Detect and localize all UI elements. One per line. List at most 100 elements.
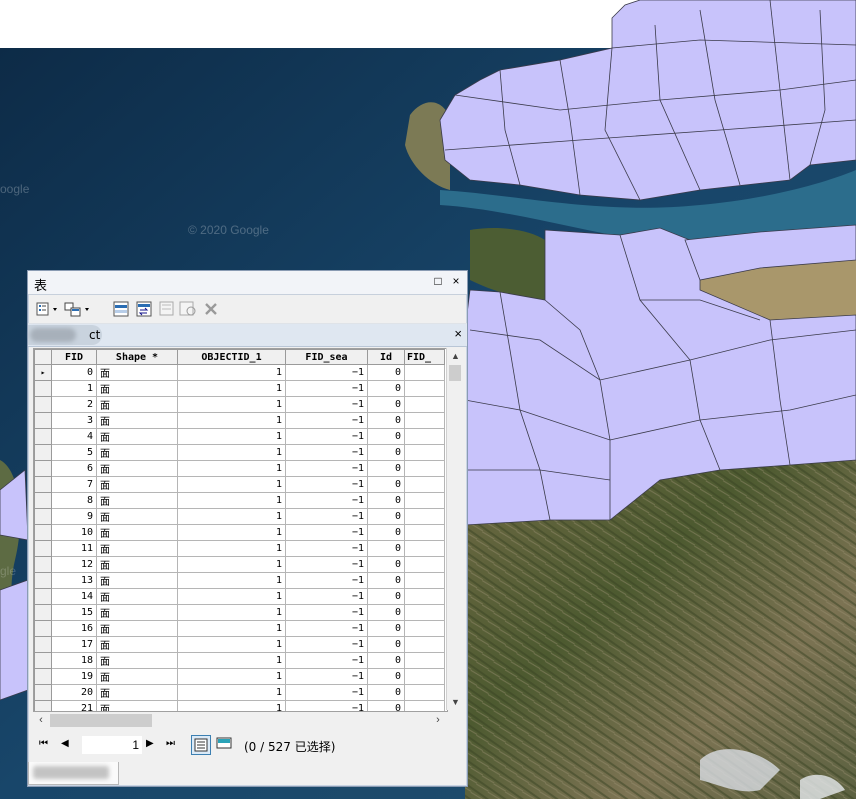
cell-fid[interactable]: 0: [51, 364, 97, 381]
cell-fid-overflow[interactable]: [404, 588, 445, 605]
cell-objectid[interactable]: 1: [177, 428, 286, 445]
cell-fid[interactable]: 20: [51, 684, 97, 701]
cell-id[interactable]: 0: [367, 604, 405, 621]
table-row[interactable]: 3 面 1 −1 0: [34, 412, 445, 429]
cell-fid[interactable]: 14: [51, 588, 97, 605]
cell-fid-overflow[interactable]: [404, 396, 445, 413]
cell-fid-overflow[interactable]: [404, 428, 445, 445]
show-all-records-button[interactable]: [191, 735, 211, 755]
cell-fid[interactable]: 21: [51, 700, 97, 711]
table-row[interactable]: 6 面 1 −1 0: [34, 460, 445, 477]
cell-fid[interactable]: 2: [51, 396, 97, 413]
cell-objectid[interactable]: 1: [177, 684, 286, 701]
cell-shape[interactable]: 面: [96, 508, 178, 525]
table-row[interactable]: 5 面 1 −1 0: [34, 444, 445, 461]
pin-window-button[interactable]: □: [431, 274, 445, 288]
cell-fid-sea[interactable]: −1: [285, 444, 368, 461]
first-record-button[interactable]: ⏮: [39, 738, 48, 749]
table-row[interactable]: 18 面 1 −1 0: [34, 652, 445, 669]
cell-shape[interactable]: 面: [96, 700, 178, 711]
cell-fid[interactable]: 16: [51, 620, 97, 637]
cell-fid[interactable]: 13: [51, 572, 97, 589]
cell-fid-sea[interactable]: −1: [285, 380, 368, 397]
cell-objectid[interactable]: 1: [177, 620, 286, 637]
cell-fid[interactable]: 1: [51, 380, 97, 397]
cell-objectid[interactable]: 1: [177, 604, 286, 621]
previous-record-button[interactable]: ◀: [61, 738, 69, 749]
row-selector[interactable]: [34, 380, 52, 397]
cell-fid-sea[interactable]: −1: [285, 524, 368, 541]
row-selector[interactable]: [34, 572, 52, 589]
cell-objectid[interactable]: 1: [177, 492, 286, 509]
cell-shape[interactable]: 面: [96, 428, 178, 445]
cell-fid-overflow[interactable]: [404, 668, 445, 685]
cell-fid-overflow[interactable]: [404, 700, 445, 711]
table-row[interactable]: 10 面 1 −1 0: [34, 524, 445, 541]
row-selector[interactable]: [34, 652, 52, 669]
row-selector[interactable]: [34, 540, 52, 557]
cell-id[interactable]: 0: [367, 380, 405, 397]
cell-objectid[interactable]: 1: [177, 652, 286, 669]
cell-id[interactable]: 0: [367, 620, 405, 637]
table-tab[interactable]: ct: [28, 325, 102, 345]
cell-id[interactable]: 0: [367, 588, 405, 605]
cell-objectid[interactable]: 1: [177, 540, 286, 557]
cell-id[interactable]: 0: [367, 700, 405, 711]
cell-shape[interactable]: 面: [96, 556, 178, 573]
cell-fid-sea[interactable]: −1: [285, 620, 368, 637]
cell-shape[interactable]: 面: [96, 460, 178, 477]
scroll-right-icon[interactable]: ›: [430, 712, 446, 729]
delete-selected-icon[interactable]: [203, 301, 219, 317]
cell-shape[interactable]: 面: [96, 492, 178, 509]
column-header[interactable]: FID_: [404, 349, 445, 365]
table-row[interactable]: 19 面 1 −1 0: [34, 668, 445, 685]
cell-shape[interactable]: 面: [96, 668, 178, 685]
column-header[interactable]: OBJECTID_1: [177, 349, 286, 365]
table-row[interactable]: 14 面 1 −1 0: [34, 588, 445, 605]
cell-fid-sea[interactable]: −1: [285, 396, 368, 413]
cell-fid-sea[interactable]: −1: [285, 556, 368, 573]
cell-fid-overflow[interactable]: [404, 572, 445, 589]
show-selected-records-button[interactable]: [215, 735, 233, 753]
cell-shape[interactable]: 面: [96, 636, 178, 653]
cell-fid[interactable]: 6: [51, 460, 97, 477]
cell-objectid[interactable]: 1: [177, 524, 286, 541]
cell-shape[interactable]: 面: [96, 380, 178, 397]
cell-fid[interactable]: 18: [51, 652, 97, 669]
table-row[interactable]: 7 面 1 −1 0: [34, 476, 445, 493]
table-row[interactable]: 16 面 1 −1 0: [34, 620, 445, 637]
cell-fid[interactable]: 8: [51, 492, 97, 509]
scroll-up-icon[interactable]: ▲: [447, 348, 464, 364]
column-header[interactable]: FID_sea: [285, 349, 368, 365]
cell-objectid[interactable]: 1: [177, 636, 286, 653]
row-selector[interactable]: ▸: [34, 364, 52, 381]
scroll-left-icon[interactable]: ‹: [33, 712, 49, 729]
row-selector[interactable]: [34, 604, 52, 621]
close-window-button[interactable]: ×: [449, 274, 463, 288]
cell-fid-sea[interactable]: −1: [285, 652, 368, 669]
cell-shape[interactable]: 面: [96, 540, 178, 557]
cell-fid-sea[interactable]: −1: [285, 604, 368, 621]
horizontal-scroll-thumb[interactable]: [50, 714, 152, 727]
select-by-attributes-icon[interactable]: [113, 301, 129, 317]
cell-objectid[interactable]: 1: [177, 364, 286, 381]
cell-fid-sea[interactable]: −1: [285, 636, 368, 653]
table-row[interactable]: 8 面 1 −1 0: [34, 492, 445, 509]
cell-objectid[interactable]: 1: [177, 460, 286, 477]
row-selector[interactable]: [34, 428, 52, 445]
table-row[interactable]: 9 面 1 −1 0: [34, 508, 445, 525]
cell-fid-overflow[interactable]: [404, 412, 445, 429]
cell-fid[interactable]: 7: [51, 476, 97, 493]
cell-id[interactable]: 0: [367, 636, 405, 653]
row-selector[interactable]: [34, 492, 52, 509]
row-selector[interactable]: [34, 396, 52, 413]
cell-objectid[interactable]: 1: [177, 508, 286, 525]
cell-fid[interactable]: 4: [51, 428, 97, 445]
cell-id[interactable]: 0: [367, 476, 405, 493]
cell-objectid[interactable]: 1: [177, 700, 286, 711]
cell-shape[interactable]: 面: [96, 572, 178, 589]
cell-fid[interactable]: 9: [51, 508, 97, 525]
cell-id[interactable]: 0: [367, 556, 405, 573]
cell-fid-overflow[interactable]: [404, 524, 445, 541]
cell-id[interactable]: 0: [367, 444, 405, 461]
